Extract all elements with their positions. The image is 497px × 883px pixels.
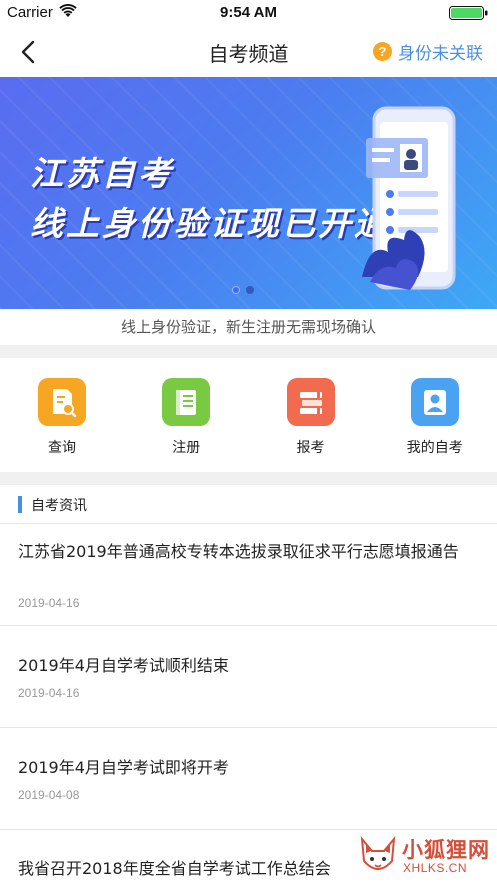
quick-label-my-exam: 我的自考 bbox=[406, 440, 463, 456]
fox-logo-icon bbox=[360, 835, 396, 870]
promo-banner[interactable]: 江苏自考 线上身份验证现已开通 bbox=[0, 77, 497, 309]
banner-title-line2: 线上身份验证现已开通 bbox=[30, 204, 390, 243]
news-date: 2019-04-16 bbox=[18, 596, 80, 610]
news-item[interactable]: 江苏省2019年普通高校专转本选拔录取征求平行志愿填报通告 2019-04-16 bbox=[0, 524, 497, 626]
news-date: 2019-04-16 bbox=[18, 686, 80, 700]
status-bar: Carrier 9:54 AM bbox=[0, 0, 497, 26]
banner-caption: 线上身份验证，新生注册无需现场确认 bbox=[0, 309, 497, 345]
quick-item-query[interactable]: 查询 bbox=[0, 358, 124, 472]
phone-id-illustration bbox=[362, 106, 456, 290]
news-title: 江苏省2019年普通高校专转本选拔录取征求平行志愿填报通告 bbox=[18, 542, 459, 561]
quick-item-apply[interactable]: 报考 bbox=[249, 358, 373, 472]
search-doc-icon bbox=[38, 378, 86, 426]
quick-label-apply: 报考 bbox=[296, 440, 325, 456]
banner-title-line1: 江苏自考 bbox=[30, 154, 174, 193]
news-section: 自考资讯 江苏省2019年普通高校专转本选拔录取征求平行志愿填报通告 2019-… bbox=[0, 485, 497, 883]
section-divider bbox=[0, 472, 497, 485]
news-date: 2019-04-08 bbox=[18, 788, 80, 802]
section-divider bbox=[0, 345, 497, 358]
status-time: 9:54 AM bbox=[220, 4, 277, 21]
battery-icon bbox=[449, 6, 488, 20]
user-profile-icon bbox=[410, 378, 459, 426]
news-item[interactable]: 2019年4月自学考试顺利结束 2019-04-16 bbox=[0, 626, 497, 728]
news-title: 2019年4月自学考试顺利结束 bbox=[18, 656, 229, 675]
carousel-dot-active[interactable] bbox=[232, 286, 240, 294]
carousel-indicator[interactable] bbox=[232, 286, 254, 294]
news-section-title: 自考资讯 bbox=[31, 498, 87, 514]
carousel-dot[interactable] bbox=[246, 286, 254, 294]
identity-status-label: 身份未关联 bbox=[398, 43, 483, 64]
quick-item-register[interactable]: 注册 bbox=[124, 358, 248, 472]
quick-label-register: 注册 bbox=[172, 440, 201, 456]
books-stack-icon bbox=[286, 378, 335, 426]
nav-bar: 自考频道 ? 身份未关联 bbox=[0, 26, 497, 77]
news-section-header: 自考资讯 bbox=[0, 485, 497, 524]
site-watermark: 小狐狸网 XHLKS.CN bbox=[356, 831, 496, 881]
news-item[interactable]: 2019年4月自学考试即将开考 2019-04-08 bbox=[0, 728, 497, 830]
quick-menu: 查询 注册 报考 我的自考 bbox=[0, 358, 497, 472]
back-chevron-icon[interactable] bbox=[14, 38, 42, 66]
help-circle-icon: ? bbox=[373, 41, 392, 61]
watermark-domain: XHLKS.CN bbox=[403, 861, 468, 875]
register-book-icon bbox=[162, 378, 211, 426]
quick-label-query: 查询 bbox=[48, 440, 76, 456]
news-title: 2019年4月自学考试即将开考 bbox=[18, 758, 229, 777]
watermark-name: 小狐狸网 bbox=[402, 838, 490, 862]
section-accent-bar bbox=[18, 496, 22, 513]
quick-item-my-exam[interactable]: 我的自考 bbox=[373, 358, 497, 472]
identity-link-button[interactable]: ? 身份未关联 bbox=[373, 39, 483, 64]
